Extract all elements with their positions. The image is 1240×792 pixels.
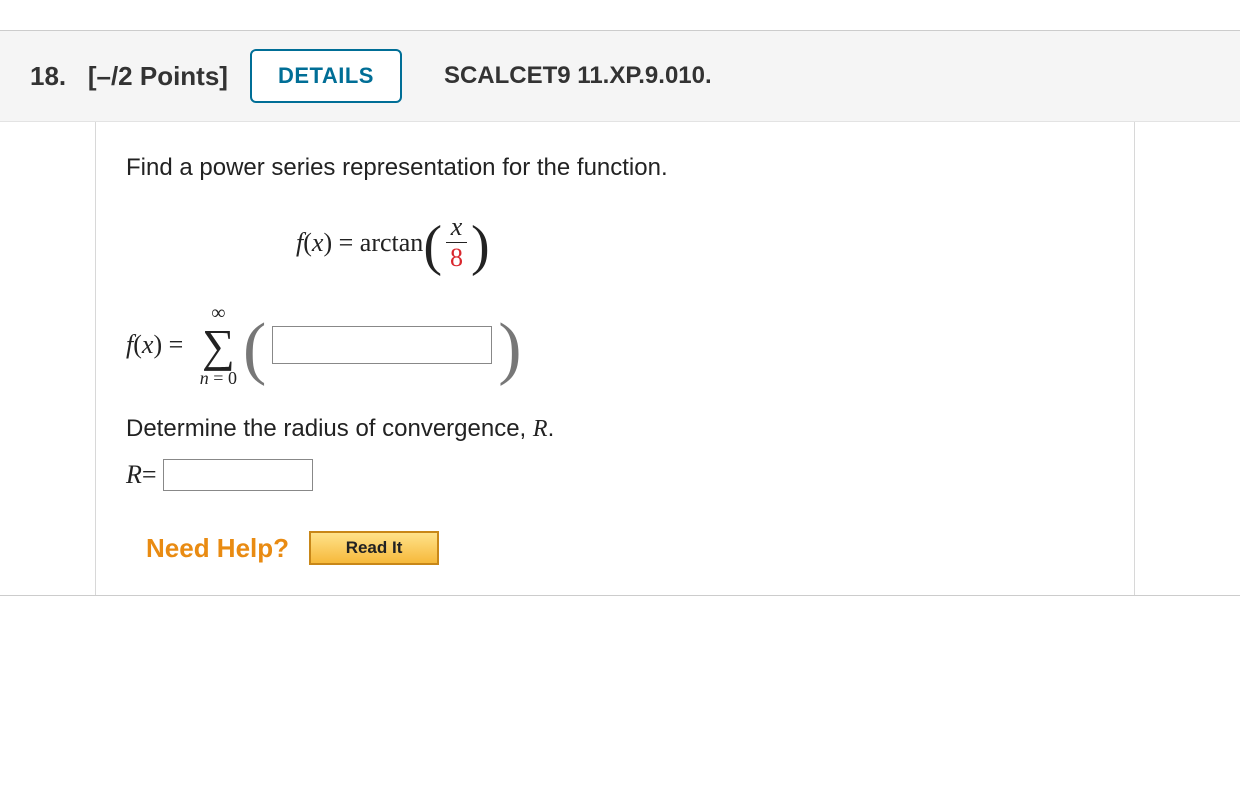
prompt2-end: . (548, 415, 555, 442)
sum-lower-var: n (200, 368, 209, 388)
read-it-button[interactable]: Read It (309, 531, 439, 565)
given-equation: f ( x ) = arctan ( x 8 ) (296, 212, 1104, 273)
question-number-points: 18. [–/2 Points] (30, 61, 228, 92)
question-points: [–/2 Points] (88, 61, 228, 91)
series-eq: = (162, 330, 190, 360)
sum-lower: n = 0 (200, 369, 237, 387)
left-paren-icon: ( (423, 222, 442, 270)
fraction-denominator: 8 (446, 243, 467, 273)
sigma-icon: ∑ (202, 323, 235, 369)
series-arg: x (142, 330, 154, 360)
prompt2-text: Determine the radius of convergence, R. (126, 415, 1104, 443)
sum-lower-eq: = 0 (209, 368, 237, 388)
fx-open: ( (303, 228, 312, 258)
fx-close: ) (323, 228, 332, 258)
question-container: 18. [–/2 Points] DETAILS SCALCET9 11.XP.… (0, 30, 1240, 596)
question-body: Find a power series representation for t… (95, 122, 1135, 595)
radius-row: R = (126, 459, 1104, 491)
big-left-paren-icon: ( (243, 324, 266, 374)
question-number: 18. (30, 61, 66, 91)
fx-f: f (296, 228, 303, 258)
series-term-input[interactable] (272, 326, 492, 364)
prompt2-var: R (533, 416, 548, 442)
big-right-paren-icon: ) (498, 324, 521, 374)
details-button[interactable]: DETAILS (250, 49, 402, 103)
question-header: 18. [–/2 Points] DETAILS SCALCET9 11.XP.… (0, 31, 1240, 122)
radius-input[interactable] (163, 459, 313, 491)
question-reference: SCALCET9 11.XP.9.010. (444, 62, 712, 90)
prompt-text: Find a power series representation for t… (126, 154, 1104, 182)
series-open: ( (133, 330, 142, 360)
help-row: Need Help? Read It (146, 531, 1104, 565)
prompt2-main: Determine the radius of convergence, (126, 415, 533, 442)
fraction-numerator: x (447, 212, 467, 242)
fraction: x 8 (446, 212, 467, 273)
arctan-label: arctan (360, 228, 424, 258)
series-close: ) (153, 330, 162, 360)
series-equation: f ( x ) = ∞ ∑ n = 0 ( ) (126, 303, 1104, 387)
eq-sign: = (332, 228, 360, 258)
summation: ∞ ∑ n = 0 (200, 303, 237, 387)
r-label: R (126, 460, 142, 490)
series-f: f (126, 330, 133, 360)
fx-arg: x (312, 228, 324, 258)
right-paren-icon: ) (471, 222, 490, 270)
r-eq: = (142, 460, 157, 490)
need-help-label: Need Help? (146, 533, 289, 564)
